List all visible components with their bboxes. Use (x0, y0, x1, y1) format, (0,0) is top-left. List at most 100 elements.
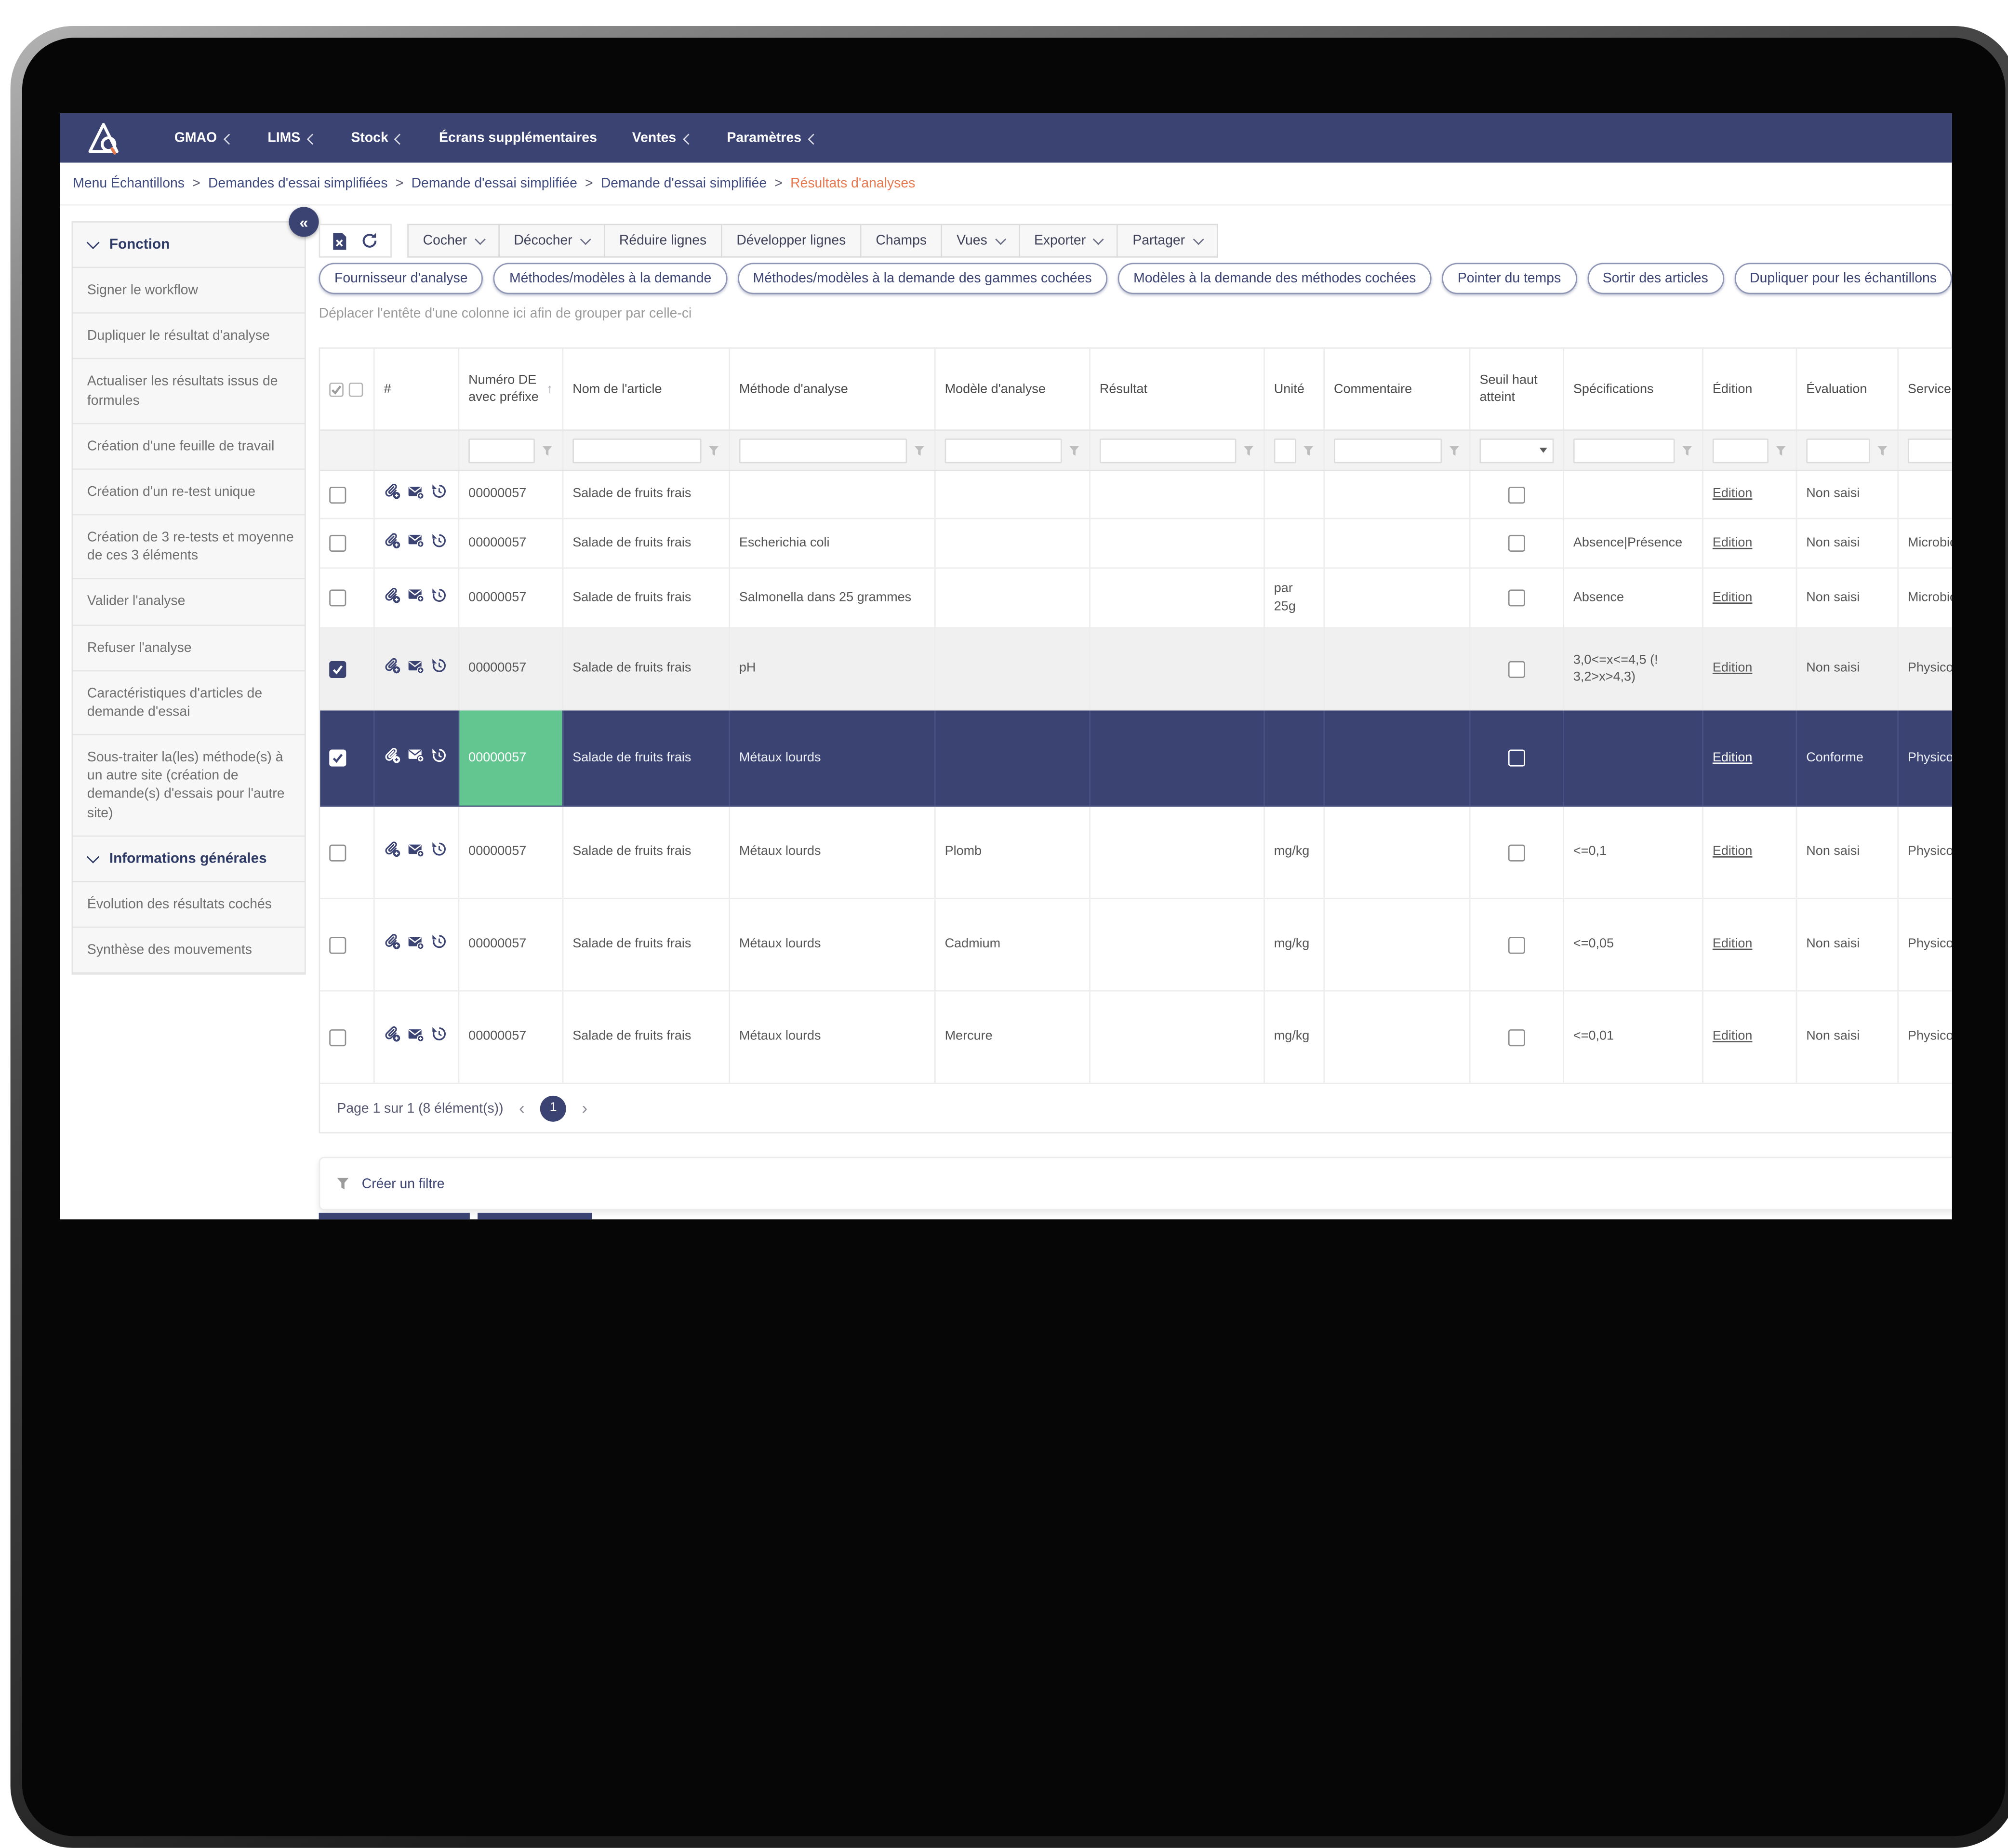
header-cell-service[interactable]: Service (1899, 349, 1952, 429)
funnel-icon[interactable] (914, 444, 925, 456)
pill-button-mod-les-la-demande-des-m-thodes-coch-es[interactable]: Modèles à la demande des méthodes cochée… (1118, 263, 1432, 294)
seuil-checkbox[interactable] (1508, 535, 1525, 552)
sidebar-item[interactable]: Création d'un re-test unique (73, 470, 305, 516)
seuil-checkbox[interactable] (1508, 589, 1525, 606)
navbar-item-lims[interactable]: LIMS (267, 130, 316, 146)
history-icon[interactable] (431, 933, 448, 956)
history-icon[interactable] (431, 1026, 448, 1049)
sidebar-item[interactable]: Actualiser les résultats issus de formul… (73, 359, 305, 424)
breadcrumb-item[interactable]: Menu Échantillons (73, 176, 185, 191)
table-row[interactable]: 00000057Salade de fruits fraisSalmonella… (320, 569, 1952, 628)
filter-input[interactable] (1274, 438, 1296, 463)
history-icon[interactable] (431, 657, 448, 680)
navbar-item-ventes[interactable]: Ventes (632, 130, 692, 146)
sidebar-item[interactable]: Dupliquer le résultat d'analyse (73, 314, 305, 359)
pill-button-fournisseur-d-analyse[interactable]: Fournisseur d'analyse (319, 263, 483, 294)
header-cell-seuil-haut-atteint[interactable]: Seuil haut atteint (1471, 349, 1564, 429)
toolbar-button-partager[interactable]: Partager (1118, 224, 1218, 257)
pager-next-button[interactable]: › (582, 1098, 588, 1118)
seuil-checkbox[interactable] (1508, 486, 1525, 503)
sidebar-item[interactable]: Refuser l'analyse (73, 625, 305, 671)
filter-input[interactable] (572, 438, 701, 463)
history-icon[interactable] (431, 483, 448, 506)
pager-prev-button[interactable]: ‹ (519, 1098, 525, 1118)
sidebar-item[interactable]: Création d'une feuille de travail (73, 424, 305, 470)
edition-link[interactable]: Edition (1713, 1028, 1753, 1046)
breadcrumb-item[interactable]: Demande d'essai simplifiée (412, 176, 577, 191)
breadcrumb-item[interactable]: Demandes d'essai simplifiées (208, 176, 388, 191)
filter-input[interactable] (1334, 438, 1442, 463)
toolbar-button-d-velopper-lignes[interactable]: Développer lignes (722, 224, 862, 257)
filter-input[interactable] (1573, 438, 1675, 463)
filter-select[interactable] (1479, 438, 1554, 463)
edition-link[interactable]: Edition (1713, 589, 1753, 607)
pill-button-m-thodes-mod-les-la-demande-des-gammes-coch-es[interactable]: Méthodes/modèles à la demande des gammes… (737, 263, 1107, 294)
history-icon[interactable] (431, 586, 448, 609)
cancel-button[interactable]: × ANNULER (477, 1213, 592, 1220)
header-cell--dition[interactable]: Édition (1703, 349, 1797, 429)
toolbar-button-r-duire-lignes[interactable]: Réduire lignes (605, 224, 722, 257)
table-row[interactable]: 00000057Salade de fruits fraisMétaux lou… (320, 899, 1952, 992)
header-cell-r-sultat[interactable]: Résultat (1090, 349, 1265, 429)
edition-link[interactable]: Edition (1713, 936, 1753, 953)
create-filter-bar[interactable]: Créer un filtre (319, 1157, 1952, 1210)
row-checkbox[interactable] (329, 749, 346, 766)
mail-add-icon[interactable] (407, 587, 424, 609)
pill-button-dupliquer-pour-les-chantillons[interactable]: Dupliquer pour les échantillons (1734, 263, 1952, 294)
header-cell-num-ro-de-avec-pr-fixe[interactable]: Numéro DE avec préfixe↑ (459, 349, 563, 429)
table-row[interactable]: 00000057Salade de fruits fraisEditionNon… (320, 471, 1952, 519)
funnel-icon[interactable] (1243, 444, 1254, 456)
header-cell--valuation[interactable]: Évaluation (1797, 349, 1899, 429)
seuil-checkbox[interactable] (1508, 936, 1525, 953)
table-row[interactable]: 00000057Salade de fruits fraisMétaux lou… (320, 807, 1952, 899)
refresh-icon[interactable] (360, 232, 379, 250)
row-checkbox[interactable] (329, 936, 346, 953)
edition-link[interactable]: Edition (1713, 660, 1753, 678)
seuil-checkbox[interactable] (1508, 1029, 1525, 1046)
mail-add-icon[interactable] (407, 934, 424, 956)
funnel-icon[interactable] (1449, 444, 1460, 456)
attachment-add-icon[interactable] (384, 841, 401, 864)
toolbar-button-cocher[interactable]: Cocher (407, 224, 499, 257)
edition-link[interactable]: Edition (1713, 534, 1753, 552)
row-checkbox[interactable] (329, 661, 346, 678)
edition-link[interactable]: Edition (1713, 486, 1753, 503)
filter-input[interactable] (1713, 438, 1769, 463)
header-cell-mod-le-d-analyse[interactable]: Modèle d'analyse (936, 349, 1090, 429)
navbar-item-param-tres[interactable]: Paramètres (727, 130, 817, 146)
edition-link[interactable]: Edition (1713, 749, 1753, 767)
funnel-icon[interactable] (1775, 444, 1786, 456)
pill-button-sortir-des-articles[interactable]: Sortir des articles (1587, 263, 1724, 294)
history-icon[interactable] (431, 746, 448, 769)
table-row[interactable]: 00000057Salade de fruits fraisEscherichi… (320, 519, 1952, 569)
breadcrumb-item[interactable]: Demande d'essai simplifiée (601, 176, 767, 191)
pager-page-1-button[interactable]: 1 (540, 1095, 566, 1121)
mail-add-icon[interactable] (407, 484, 424, 505)
toolbar-button-exporter[interactable]: Exporter (1020, 224, 1118, 257)
attachment-add-icon[interactable] (384, 746, 401, 769)
sidebar-section-fonction[interactable]: Fonction (73, 223, 305, 268)
attachment-add-icon[interactable] (384, 657, 401, 680)
edition-link[interactable]: Edition (1713, 844, 1753, 861)
table-row[interactable]: 00000057Salade de fruits fraisMétaux lou… (320, 992, 1952, 1084)
header-cell-commentaire[interactable]: Commentaire (1325, 349, 1470, 429)
seuil-checkbox[interactable] (1508, 661, 1525, 678)
funnel-icon[interactable] (541, 444, 553, 456)
excel-export-icon[interactable] (332, 231, 347, 251)
mail-add-icon[interactable] (407, 658, 424, 680)
mail-add-icon[interactable] (407, 532, 424, 554)
sidebar-item[interactable]: Création de 3 re-tests et moyenne de ces… (73, 515, 305, 579)
header-cell-sp-cifications[interactable]: Spécifications (1564, 349, 1703, 429)
attachment-add-icon[interactable] (384, 586, 401, 609)
save-button[interactable]: ENREGISTRER (319, 1213, 469, 1220)
filter-input[interactable] (945, 438, 1062, 463)
filter-input[interactable] (739, 438, 907, 463)
toolbar-button-d-cocher[interactable]: Décocher (500, 224, 605, 257)
header-cell-nom-de-l-article[interactable]: Nom de l'article (563, 349, 730, 429)
row-checkbox[interactable] (329, 844, 346, 861)
header-cell-unit-[interactable]: Unité (1265, 349, 1325, 429)
header-checkbox-empty[interactable] (349, 382, 363, 397)
attachment-add-icon[interactable] (384, 933, 401, 956)
funnel-icon[interactable] (1303, 444, 1314, 456)
seuil-checkbox[interactable] (1508, 749, 1525, 766)
